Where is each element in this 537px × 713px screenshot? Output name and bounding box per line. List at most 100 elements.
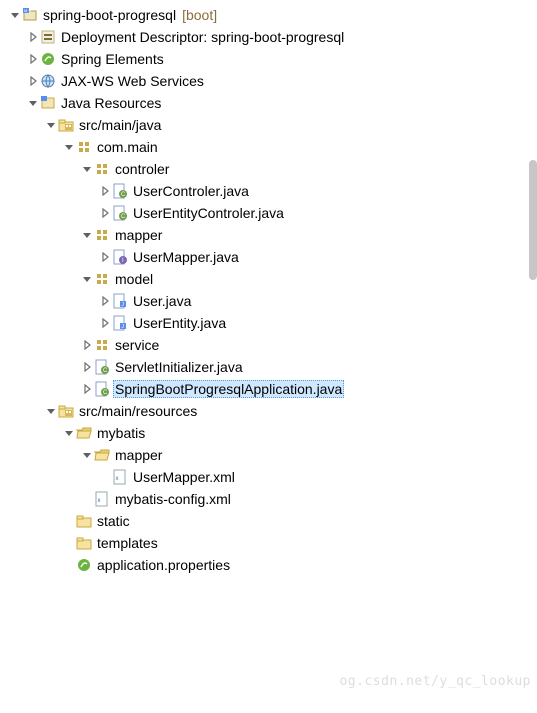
expand-arrow-right-icon[interactable]: [26, 30, 40, 44]
tree-node-label[interactable]: User.java: [131, 293, 193, 309]
tree-node[interactable]: JUserEntity.java: [6, 312, 537, 334]
watermark-text: og.csdn.net/y_qc_lookup: [339, 674, 531, 689]
expand-arrow-down-icon[interactable]: [62, 426, 76, 440]
expand-arrow-down-icon[interactable]: [62, 140, 76, 154]
java-class-icon: C: [112, 205, 128, 221]
tree-node-label[interactable]: com.main: [95, 139, 160, 155]
tree-node[interactable]: templates: [6, 532, 537, 554]
no-arrow: [62, 536, 76, 550]
tree-node-label[interactable]: src/main/resources: [77, 403, 199, 419]
expand-arrow-down-icon[interactable]: [8, 8, 22, 22]
tree-node[interactable]: com.main: [6, 136, 537, 158]
tree-node-label[interactable]: mapper: [113, 227, 164, 243]
expand-arrow-right-icon[interactable]: [26, 74, 40, 88]
tree-node[interactable]: mapper: [6, 224, 537, 246]
tree-node[interactable]: mapper: [6, 444, 537, 466]
expand-arrow-down-icon[interactable]: [80, 448, 94, 462]
expand-arrow-right-icon[interactable]: [80, 338, 94, 352]
svg-text:C: C: [103, 368, 108, 374]
tree-node[interactable]: IUserMapper.java: [6, 246, 537, 268]
tree-node-label[interactable]: mapper: [113, 447, 164, 463]
tree-node-label[interactable]: spring-boot-progresql: [41, 7, 178, 23]
tree-node[interactable]: JAX-WS Web Services: [6, 70, 537, 92]
tree-node[interactable]: mybatis: [6, 422, 537, 444]
expand-arrow-right-icon[interactable]: [80, 360, 94, 374]
tree-node-label[interactable]: JAX-WS Web Services: [59, 73, 206, 89]
tree-node[interactable]: Deployment Descriptor: spring-boot-progr…: [6, 26, 537, 48]
expand-arrow-right-icon[interactable]: [80, 382, 94, 396]
tree-node[interactable]: C ServletInitializer.java: [6, 356, 537, 378]
tree-node[interactable]: JUser.java: [6, 290, 537, 312]
spring-icon: [40, 51, 56, 67]
tree-node-label[interactable]: UserEntity.java: [131, 315, 228, 331]
tree-node-label[interactable]: ServletInitializer.java: [113, 359, 245, 375]
tree-node[interactable]: C UserEntityControler.java: [6, 202, 537, 224]
java-class-icon: C: [94, 381, 110, 397]
expand-arrow-down-icon[interactable]: [44, 118, 58, 132]
tree-node-label[interactable]: application.properties: [95, 557, 232, 573]
package-icon: [94, 227, 110, 243]
dd-icon: [40, 29, 56, 45]
tree-node[interactable]: model: [6, 268, 537, 290]
expand-arrow-right-icon[interactable]: [26, 52, 40, 66]
package-icon: [94, 337, 110, 353]
svg-text:C: C: [121, 214, 126, 220]
expand-arrow-right-icon[interactable]: [98, 294, 112, 308]
tree-node-label[interactable]: static: [95, 513, 132, 529]
tree-node-label[interactable]: controler: [113, 161, 171, 177]
tree-node-label[interactable]: UserEntityControler.java: [131, 205, 286, 221]
tree-node[interactable]: application.properties: [6, 554, 537, 576]
expand-arrow-down-icon[interactable]: [80, 228, 94, 242]
tree-node-label[interactable]: UserMapper.java: [131, 249, 241, 265]
tree-node-label[interactable]: mybatis: [95, 425, 147, 441]
jaxws-icon: [40, 73, 56, 89]
java-class-icon: C: [112, 183, 128, 199]
tree-node-label[interactable]: service: [113, 337, 161, 353]
tree-node-label[interactable]: SpringBootProgresqlApplication.java: [113, 380, 344, 398]
folder-open-icon: [76, 425, 92, 441]
tree-node-label[interactable]: Deployment Descriptor: spring-boot-progr…: [59, 29, 346, 45]
tree-node-label[interactable]: mybatis-config.xml: [113, 491, 233, 507]
java-res-icon: [40, 95, 56, 111]
no-arrow: [80, 492, 94, 506]
xml-icon: x: [94, 491, 110, 507]
tree-node-label[interactable]: src/main/java: [77, 117, 163, 133]
project-explorer-tree[interactable]: M Sspring-boot-progresql[boot] Deployment…: [0, 0, 537, 576]
package-icon: [94, 161, 110, 177]
tree-node-label[interactable]: UserControler.java: [131, 183, 251, 199]
no-arrow: [98, 470, 112, 484]
expand-arrow-right-icon[interactable]: [98, 184, 112, 198]
expand-arrow-down-icon[interactable]: [80, 272, 94, 286]
tree-node[interactable]: xmybatis-config.xml: [6, 488, 537, 510]
boot-project-icon: M S: [22, 7, 38, 23]
expand-arrow-right-icon[interactable]: [98, 206, 112, 220]
tree-node-label[interactable]: templates: [95, 535, 160, 551]
expand-arrow-down-icon[interactable]: [80, 162, 94, 176]
no-arrow: [62, 558, 76, 572]
tree-node[interactable]: service: [6, 334, 537, 356]
expand-arrow-right-icon[interactable]: [98, 250, 112, 264]
tree-node[interactable]: M Sspring-boot-progresql[boot]: [6, 4, 537, 26]
package-icon: [76, 139, 92, 155]
svg-text:C: C: [121, 192, 126, 198]
expand-arrow-right-icon[interactable]: [98, 316, 112, 330]
tree-node-label[interactable]: Spring Elements: [59, 51, 166, 67]
tree-node-label[interactable]: model: [113, 271, 155, 287]
tree-node[interactable]: xUserMapper.xml: [6, 466, 537, 488]
package-icon: [94, 271, 110, 287]
tree-node[interactable]: controler: [6, 158, 537, 180]
java-class-icon: C: [94, 359, 110, 375]
scrollbar-thumb[interactable]: [529, 160, 537, 280]
tree-node-label[interactable]: Java Resources: [59, 95, 163, 111]
tree-node[interactable]: src/main/resources: [6, 400, 537, 422]
expand-arrow-down-icon[interactable]: [26, 96, 40, 110]
tree-node[interactable]: src/main/java: [6, 114, 537, 136]
tree-node[interactable]: C UserControler.java: [6, 180, 537, 202]
tree-node[interactable]: Java Resources: [6, 92, 537, 114]
tree-node[interactable]: Spring Elements: [6, 48, 537, 70]
tree-node-label[interactable]: UserMapper.xml: [131, 469, 237, 485]
tree-node[interactable]: static: [6, 510, 537, 532]
expand-arrow-down-icon[interactable]: [44, 404, 58, 418]
tree-node[interactable]: CSpringBootProgresqlApplication.java: [6, 378, 537, 400]
java-unit-icon: J: [112, 293, 128, 309]
